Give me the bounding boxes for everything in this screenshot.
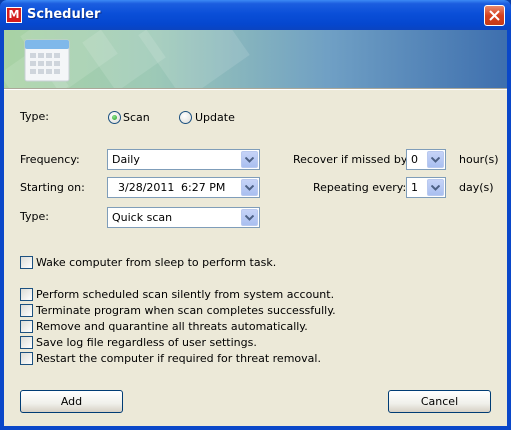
save-log-checkbox[interactable] xyxy=(20,336,33,349)
calendar-icon xyxy=(24,39,70,82)
update-radio[interactable] xyxy=(179,111,192,124)
type-label: Type: xyxy=(20,110,49,123)
terminate-program-checkbox[interactable] xyxy=(20,304,33,317)
start-date-value[interactable]: 3/28/2011 xyxy=(118,181,174,194)
frequency-label: Frequency: xyxy=(20,153,80,166)
recover-hours-dropdown-arrow[interactable] xyxy=(427,151,444,168)
repeating-days-value: 1 xyxy=(411,181,418,194)
banner-separator xyxy=(4,88,507,90)
chevron-down-icon xyxy=(245,215,254,221)
repeating-days-dropdown-arrow[interactable] xyxy=(427,179,444,196)
silent-scan-checkbox[interactable] xyxy=(20,288,33,301)
app-logo-icon: M xyxy=(6,7,22,23)
radio-selected-dot xyxy=(112,115,117,120)
window-title: Scheduler xyxy=(27,7,101,22)
chevron-down-icon xyxy=(245,157,254,163)
frequency-dropdown-arrow[interactable] xyxy=(241,151,258,168)
chevron-down-icon xyxy=(431,185,440,191)
starting-on-label: Starting on: xyxy=(20,181,85,194)
close-icon xyxy=(489,10,500,21)
scan-type-label: Type: xyxy=(20,210,49,223)
recover-hours-value: 0 xyxy=(411,153,418,166)
add-button[interactable]: Add xyxy=(20,390,123,413)
scheduler-window: M Scheduler Type: Scan Update Frequency:… xyxy=(0,0,511,430)
scan-type-dropdown-arrow[interactable] xyxy=(241,209,258,226)
start-date-dropdown-arrow[interactable] xyxy=(241,179,258,196)
title-bar[interactable]: M Scheduler xyxy=(0,0,511,30)
update-radio-label[interactable]: Update xyxy=(195,111,235,124)
recover-label: Recover if missed by: xyxy=(293,153,411,166)
restart-computer-label[interactable]: Restart the computer if required for thr… xyxy=(36,352,321,365)
frequency-dropdown[interactable]: Daily xyxy=(107,149,260,170)
chevron-down-icon xyxy=(431,157,440,163)
remove-quarantine-label[interactable]: Remove and quarantine all threats automa… xyxy=(36,320,308,333)
save-log-label[interactable]: Save log file regardless of user setting… xyxy=(36,336,257,349)
repeating-unit-label: day(s) xyxy=(459,181,494,194)
scan-type-dropdown[interactable]: Quick scan xyxy=(107,207,260,228)
restart-computer-checkbox[interactable] xyxy=(20,352,33,365)
remove-quarantine-checkbox[interactable] xyxy=(20,320,33,333)
header-banner xyxy=(4,30,507,88)
recover-hours-dropdown[interactable]: 0 xyxy=(406,149,446,170)
frequency-value: Daily xyxy=(112,153,140,166)
start-datetime-picker[interactable]: 3/28/2011 6:27 PM xyxy=(107,177,260,198)
recover-unit-label: hour(s) xyxy=(459,153,499,166)
scan-radio[interactable] xyxy=(108,111,121,124)
start-time-value[interactable]: 6:27 PM xyxy=(181,181,225,194)
cancel-button[interactable]: Cancel xyxy=(388,390,491,413)
silent-scan-label[interactable]: Perform scheduled scan silently from sys… xyxy=(36,288,334,301)
terminate-program-label[interactable]: Terminate program when scan completes su… xyxy=(36,304,336,317)
wake-computer-checkbox[interactable] xyxy=(20,256,33,269)
dialog-client-area: Type: Scan Update Frequency: Daily Start… xyxy=(4,30,507,426)
wake-computer-label[interactable]: Wake computer from sleep to perform task… xyxy=(36,256,276,269)
repeating-days-dropdown[interactable]: 1 xyxy=(406,177,446,198)
chevron-down-icon xyxy=(245,185,254,191)
repeating-label: Repeating every: xyxy=(313,181,407,194)
close-button[interactable] xyxy=(484,5,505,26)
scan-type-value: Quick scan xyxy=(112,211,173,224)
scan-radio-label[interactable]: Scan xyxy=(123,111,150,124)
